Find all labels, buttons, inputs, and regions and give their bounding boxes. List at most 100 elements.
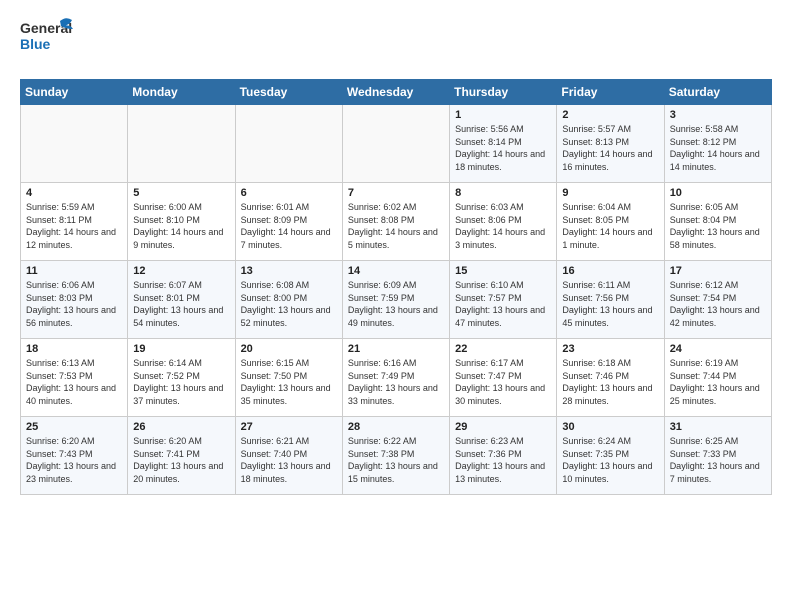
col-saturday: Saturday (664, 80, 771, 105)
day-number: 31 (670, 421, 766, 433)
day-number: 2 (562, 109, 658, 121)
day-number: 15 (455, 265, 551, 277)
day-number: 17 (670, 265, 766, 277)
cell-content: Sunrise: 6:18 AMSunset: 7:46 PMDaylight:… (562, 358, 652, 406)
calendar-cell (128, 105, 235, 183)
cell-content: Sunrise: 6:15 AMSunset: 7:50 PMDaylight:… (241, 358, 331, 406)
calendar-week-row: 1Sunrise: 5:56 AMSunset: 8:14 PMDaylight… (21, 105, 772, 183)
calendar-cell: 13 Sunrise: 6:08 AMSunset: 8:00 PMDayligh… (235, 261, 342, 339)
calendar-week-row: 18 Sunrise: 6:13 AMSunset: 7:53 PMDayligh… (21, 339, 772, 417)
cell-content: Sunrise: 6:14 AMSunset: 7:52 PMDaylight:… (133, 358, 223, 406)
cell-content: Sunrise: 5:57 AMSunset: 8:13 PMDaylight:… (562, 124, 652, 172)
cell-content: Sunrise: 6:12 AMSunset: 7:54 PMDaylight:… (670, 280, 760, 328)
cell-content: Sunrise: 6:19 AMSunset: 7:44 PMDaylight:… (670, 358, 760, 406)
cell-content: Sunrise: 6:10 AMSunset: 7:57 PMDaylight:… (455, 280, 545, 328)
day-number: 30 (562, 421, 658, 433)
day-number: 18 (26, 343, 122, 355)
calendar-cell: 6 Sunrise: 6:01 AMSunset: 8:09 PMDaylight… (235, 183, 342, 261)
cell-content: Sunrise: 5:59 AMSunset: 8:11 PMDaylight:… (26, 202, 116, 250)
col-monday: Monday (128, 80, 235, 105)
cell-content: Sunrise: 6:07 AMSunset: 8:01 PMDaylight:… (133, 280, 223, 328)
calendar-cell: 7Sunrise: 6:02 AMSunset: 8:08 PMDaylight… (342, 183, 449, 261)
calendar-cell: 17 Sunrise: 6:12 AMSunset: 7:54 PMDayligh… (664, 261, 771, 339)
calendar-cell: 2 Sunrise: 5:57 AMSunset: 8:13 PMDaylight… (557, 105, 664, 183)
cell-content: Sunrise: 6:16 AMSunset: 7:49 PMDaylight:… (348, 358, 438, 406)
calendar-cell: 31 Sunrise: 6:25 AMSunset: 7:33 PMDayligh… (664, 417, 771, 495)
calendar-cell: 4 Sunrise: 5:59 AMSunset: 8:11 PMDaylight… (21, 183, 128, 261)
calendar-cell: 25 Sunrise: 6:20 AMSunset: 7:43 PMDayligh… (21, 417, 128, 495)
calendar-cell: 29Sunrise: 6:23 AMSunset: 7:36 PMDayligh… (450, 417, 557, 495)
day-number: 28 (348, 421, 444, 433)
day-number: 5 (133, 187, 229, 199)
day-number: 4 (26, 187, 122, 199)
cell-content: Sunrise: 6:08 AMSunset: 8:00 PMDaylight:… (241, 280, 331, 328)
logo: General Blue (20, 16, 76, 69)
calendar-cell: 12 Sunrise: 6:07 AMSunset: 8:01 PMDayligh… (128, 261, 235, 339)
calendar-cell: 1Sunrise: 5:56 AMSunset: 8:14 PMDaylight… (450, 105, 557, 183)
cell-content: Sunrise: 6:00 AMSunset: 8:10 PMDaylight:… (133, 202, 223, 250)
cell-content: Sunrise: 6:13 AMSunset: 7:53 PMDaylight:… (26, 358, 116, 406)
day-number: 24 (670, 343, 766, 355)
day-number: 9 (562, 187, 658, 199)
cell-content: Sunrise: 6:01 AMSunset: 8:09 PMDaylight:… (241, 202, 331, 250)
calendar-cell: 19 Sunrise: 6:14 AMSunset: 7:52 PMDayligh… (128, 339, 235, 417)
cell-content: Sunrise: 6:17 AMSunset: 7:47 PMDaylight:… (455, 358, 545, 406)
calendar-cell: 21 Sunrise: 6:16 AMSunset: 7:49 PMDayligh… (342, 339, 449, 417)
cell-content: Sunrise: 6:22 AMSunset: 7:38 PMDaylight:… (348, 436, 438, 484)
cell-content: Sunrise: 6:23 AMSunset: 7:36 PMDaylight:… (455, 436, 545, 484)
day-number: 25 (26, 421, 122, 433)
calendar-cell: 16 Sunrise: 6:11 AMSunset: 7:56 PMDayligh… (557, 261, 664, 339)
calendar-header-row: Sunday Monday Tuesday Wednesday Thursday… (21, 80, 772, 105)
calendar-cell: 9 Sunrise: 6:04 AMSunset: 8:05 PMDaylight… (557, 183, 664, 261)
col-wednesday: Wednesday (342, 80, 449, 105)
cell-content: Sunrise: 5:58 AMSunset: 8:12 PMDaylight:… (670, 124, 760, 172)
calendar-week-row: 11 Sunrise: 6:06 AMSunset: 8:03 PMDayligh… (21, 261, 772, 339)
calendar-cell: 5 Sunrise: 6:00 AMSunset: 8:10 PMDaylight… (128, 183, 235, 261)
cell-content: Sunrise: 6:11 AMSunset: 7:56 PMDaylight:… (562, 280, 652, 328)
calendar-cell: 18 Sunrise: 6:13 AMSunset: 7:53 PMDayligh… (21, 339, 128, 417)
calendar-cell: 15 Sunrise: 6:10 AMSunset: 7:57 PMDayligh… (450, 261, 557, 339)
day-number: 1 (455, 109, 551, 121)
calendar-cell: 11 Sunrise: 6:06 AMSunset: 8:03 PMDayligh… (21, 261, 128, 339)
calendar-cell: 14Sunrise: 6:09 AMSunset: 7:59 PMDayligh… (342, 261, 449, 339)
col-thursday: Thursday (450, 80, 557, 105)
calendar-cell: 26 Sunrise: 6:20 AMSunset: 7:41 PMDayligh… (128, 417, 235, 495)
cell-content: Sunrise: 6:20 AMSunset: 7:43 PMDaylight:… (26, 436, 116, 484)
calendar-cell: 30 Sunrise: 6:24 AMSunset: 7:35 PMDayligh… (557, 417, 664, 495)
day-number: 7 (348, 187, 444, 199)
cell-content: Sunrise: 6:05 AMSunset: 8:04 PMDaylight:… (670, 202, 760, 250)
cell-content: Sunrise: 6:25 AMSunset: 7:33 PMDaylight:… (670, 436, 760, 484)
header: General Blue (20, 16, 772, 69)
day-number: 8 (455, 187, 551, 199)
calendar-week-row: 25 Sunrise: 6:20 AMSunset: 7:43 PMDayligh… (21, 417, 772, 495)
svg-text:Blue: Blue (20, 36, 51, 52)
cell-content: Sunrise: 6:06 AMSunset: 8:03 PMDaylight:… (26, 280, 116, 328)
day-number: 6 (241, 187, 337, 199)
day-number: 16 (562, 265, 658, 277)
col-tuesday: Tuesday (235, 80, 342, 105)
day-number: 3 (670, 109, 766, 121)
day-number: 26 (133, 421, 229, 433)
day-number: 21 (348, 343, 444, 355)
calendar-week-row: 4 Sunrise: 5:59 AMSunset: 8:11 PMDaylight… (21, 183, 772, 261)
col-sunday: Sunday (21, 80, 128, 105)
calendar-cell: 3 Sunrise: 5:58 AMSunset: 8:12 PMDaylight… (664, 105, 771, 183)
logo-svg: General Blue (20, 16, 76, 64)
cell-content: Sunrise: 6:20 AMSunset: 7:41 PMDaylight:… (133, 436, 223, 484)
day-number: 12 (133, 265, 229, 277)
day-number: 20 (241, 343, 337, 355)
cell-content: Sunrise: 6:04 AMSunset: 8:05 PMDaylight:… (562, 202, 652, 250)
cell-content: Sunrise: 6:21 AMSunset: 7:40 PMDaylight:… (241, 436, 331, 484)
day-number: 11 (26, 265, 122, 277)
calendar-cell: 23 Sunrise: 6:18 AMSunset: 7:46 PMDayligh… (557, 339, 664, 417)
day-number: 23 (562, 343, 658, 355)
cell-content: Sunrise: 6:24 AMSunset: 7:35 PMDaylight:… (562, 436, 652, 484)
calendar-cell: 8Sunrise: 6:03 AMSunset: 8:06 PMDaylight… (450, 183, 557, 261)
day-number: 14 (348, 265, 444, 277)
day-number: 19 (133, 343, 229, 355)
calendar-cell: 27 Sunrise: 6:21 AMSunset: 7:40 PMDayligh… (235, 417, 342, 495)
day-number: 13 (241, 265, 337, 277)
day-number: 22 (455, 343, 551, 355)
day-number: 27 (241, 421, 337, 433)
col-friday: Friday (557, 80, 664, 105)
